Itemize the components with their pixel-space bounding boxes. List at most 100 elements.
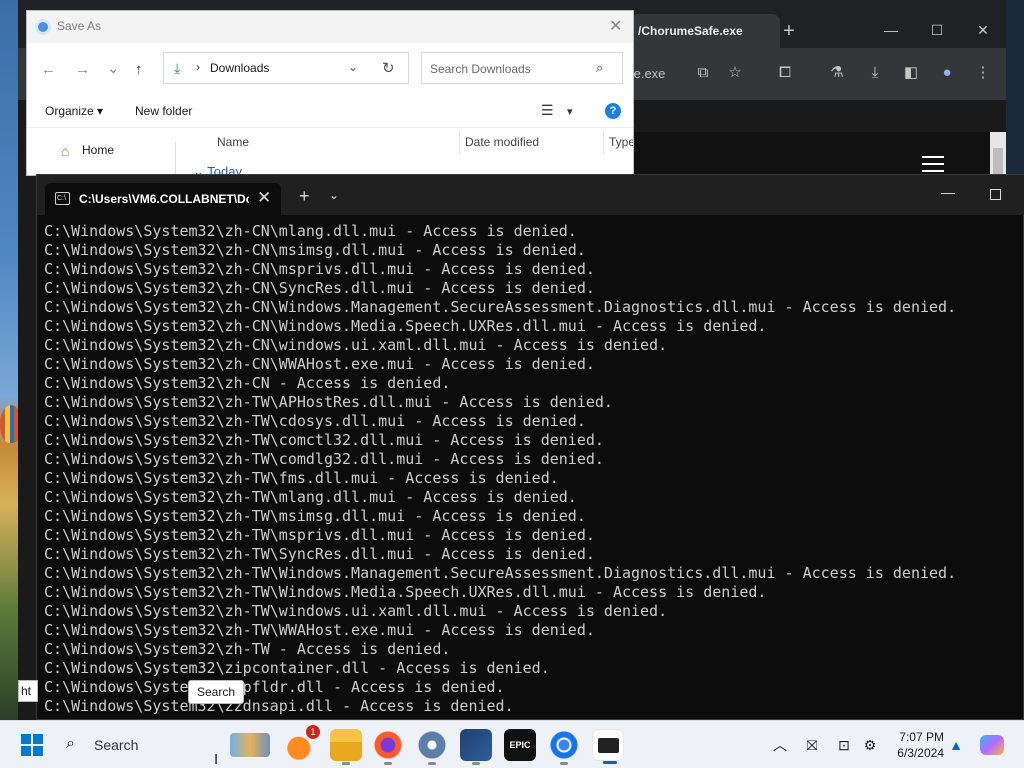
taskbar: ⌕ Search I 1 EPIC ︿ ⛝ ⊡ ⚙ 7:07 PM 6/3/20…	[0, 720, 1024, 768]
terminal-window: C:\ C:\Users\VM6.COLLABNET\Dc ✕ + ⌄ — C:…	[36, 174, 1024, 720]
terminal-line: C:\Windows\System32\zh-CN\msprivs.dll.mu…	[44, 260, 595, 278]
column-separator[interactable]	[459, 130, 460, 154]
search-highlight-image	[230, 733, 270, 757]
address-dropdown-chevron-icon[interactable]: ⌄	[348, 60, 358, 74]
column-separator[interactable]	[603, 130, 604, 154]
epic-games-icon[interactable]: EPIC	[504, 729, 536, 761]
forward-arrow-icon[interactable]: →	[75, 61, 90, 78]
virtualbox-icon[interactable]	[460, 729, 492, 765]
terminal-line: C:\Windows\System32\zh-TW\msprivs.dll.mu…	[44, 526, 595, 544]
close-tab-icon[interactable]: ✕	[257, 188, 271, 208]
terminal-line: C:\Windows\System32\zh-TW\fms.dll.mui - …	[44, 469, 559, 487]
pane-divider[interactable]	[175, 142, 176, 175]
notification-bell-icon[interactable]: ▲	[946, 735, 966, 755]
terminal-line: C:\Windows\System32\zh-TW\comctl32.dll.m…	[44, 431, 604, 449]
navigation-pane: ⌂ Home	[27, 128, 167, 175]
running-indicator	[384, 762, 392, 765]
terminal-line: C:\Windows\System32\zh-TW\windows.ui.xam…	[44, 602, 668, 620]
view-options-icon[interactable]: ☰	[541, 102, 554, 119]
chrome-maximize-button[interactable]: ☐	[922, 18, 952, 42]
copilot-icon[interactable]	[980, 735, 1004, 755]
profile-avatar-icon[interactable]: ●	[936, 62, 958, 84]
vpn-icon[interactable]: ⊡	[834, 735, 854, 755]
windows-logo-pane	[21, 734, 31, 744]
running-indicator	[472, 762, 480, 765]
search-downloads-input[interactable]: Search Downloads ⌕	[421, 52, 623, 84]
start-button[interactable]	[21, 734, 43, 756]
terminal-line: C:\Windows\System32\zh-TW\mlang.dll.mui …	[44, 488, 577, 506]
running-indicator	[560, 762, 568, 765]
refresh-icon[interactable]: ↻	[382, 59, 395, 77]
terminal-taskbar-icon[interactable]	[592, 729, 624, 764]
notification-badge: 1	[306, 725, 320, 739]
file-explorer-icon[interactable]	[330, 729, 362, 765]
chrome-taskbar-icon[interactable]	[548, 729, 580, 765]
terminal-minimize-button[interactable]: —	[941, 184, 955, 200]
taskbar-search-label: Search	[94, 737, 139, 753]
new-folder-button[interactable]: New folder	[135, 104, 192, 118]
status-bar-snippet: ht	[18, 680, 38, 702]
hamburger-menu-icon[interactable]	[922, 156, 944, 172]
chrome-logo-icon	[35, 19, 51, 35]
search-icon: ⌕	[596, 60, 604, 75]
downloads-icon[interactable]: ⤓	[864, 62, 886, 84]
network-disconnected-icon[interactable]: ⛝	[802, 735, 822, 755]
labs-flask-icon[interactable]: ⚗	[826, 62, 848, 84]
extensions-icon[interactable]: ⧠	[774, 62, 796, 84]
home-icon: ⌂	[61, 143, 70, 159]
active-indicator	[603, 761, 617, 764]
chrome-address-bar[interactable]: fe.exe	[630, 66, 665, 81]
help-icon[interactable]: ?	[605, 103, 621, 119]
back-arrow-icon[interactable]: ←	[41, 61, 56, 78]
side-panel-icon[interactable]: ◧	[900, 62, 922, 84]
firefox-dev-app-icon[interactable]: 1	[286, 725, 320, 761]
settings-gear-icon[interactable]	[416, 729, 448, 765]
chrome-close-button[interactable]: ✕	[968, 18, 998, 42]
terminal-line: C:\Windows\System32\zh-CN\WWAHost.exe.mu…	[44, 355, 595, 373]
tray-settings-icon[interactable]: ⚙	[860, 735, 880, 755]
terminal-tab[interactable]: C:\ C:\Users\VM6.COLLABNET\Dc ✕	[45, 183, 281, 215]
path-segment-downloads[interactable]: Downloads	[210, 61, 269, 75]
terminal-output[interactable]: C:\Windows\System32\zh-CN\mlang.dll.mui …	[44, 222, 1019, 719]
terminal-line: C:\Windows\System32\zh-TW\Windows.Manage…	[44, 564, 957, 582]
terminal-line: C:\Windows\System32\zh-TW\msimsg.dll.mui…	[44, 507, 586, 525]
windows-logo-pane	[33, 746, 43, 756]
terminal-line: C:\Windows\System32\zh-CN\msimsg.dll.mui…	[44, 241, 586, 259]
terminal-line: C:\Windows\System32\zh-CN\Windows.Media.…	[44, 317, 767, 335]
column-header-name[interactable]: Name	[217, 135, 249, 149]
chrome-minimize-button[interactable]: —	[876, 18, 906, 42]
search-tooltip: Search	[188, 680, 245, 704]
terminal-tabbar: C:\ C:\Users\VM6.COLLABNET\Dc ✕ + ⌄ —	[37, 175, 1024, 215]
terminal-maximize-button[interactable]	[990, 189, 1001, 200]
nav-item-home[interactable]: Home	[82, 143, 114, 157]
show-hidden-icons-chevron-icon[interactable]: ︿	[770, 735, 790, 755]
terminal-line: C:\Windows\System32\zh-TW\APHostRes.dll.…	[44, 393, 613, 411]
column-header-type[interactable]: Type	[609, 135, 633, 149]
terminal-line: C:\Windows\System32\zh-TW\WWAHost.exe.mu…	[44, 621, 595, 639]
taskbar-search-box[interactable]: ⌕ Search	[56, 729, 276, 761]
chrome-tab[interactable]: /ChorumeSafe.exe	[630, 14, 780, 48]
terminal-line: C:\Windows\System32\zh-TW\cdosys.dll.mui…	[44, 412, 586, 430]
save-as-titlebar: Save As ✕	[27, 11, 633, 43]
save-as-close-button[interactable]: ✕	[609, 16, 622, 36]
install-app-icon[interactable]: ⧉	[692, 62, 714, 84]
address-bar[interactable]: ⤓ › Downloads ⌄ ↻	[163, 52, 409, 84]
view-options-chevron-icon[interactable]: ▾	[567, 105, 573, 118]
up-arrow-icon[interactable]: ↑	[135, 61, 143, 78]
new-tab-button[interactable]: +	[299, 186, 310, 207]
clock-time: 7:07 PM	[899, 730, 944, 744]
terminal-line: C:\Windows\System32\zh-CN\windows.ui.xam…	[44, 336, 668, 354]
column-header-date-modified[interactable]: Date modified	[465, 135, 539, 149]
recent-locations-chevron-icon[interactable]: ⌄	[107, 59, 120, 77]
firefox-icon[interactable]	[372, 729, 404, 765]
chrome-menu-icon[interactable]: ⋮	[972, 62, 994, 84]
save-as-dialog: Save As ✕ ← → ⌄ ↑ ⤓ › Downloads ⌄ ↻ Sear…	[26, 10, 634, 176]
running-indicator	[428, 762, 436, 765]
chrome-new-tab-button[interactable]: +	[778, 20, 800, 42]
profile-dropdown-chevron-icon[interactable]: ⌄	[329, 188, 339, 202]
bookmark-star-icon[interactable]: ☆	[724, 62, 746, 84]
clock-date: 6/3/2024	[897, 746, 944, 760]
system-clock[interactable]: 7:07 PM 6/3/2024	[888, 729, 944, 761]
terminal-line: C:\Windows\System32\zipcontainer.dll - A…	[44, 659, 550, 677]
organize-button[interactable]: Organize ▾	[45, 104, 103, 118]
